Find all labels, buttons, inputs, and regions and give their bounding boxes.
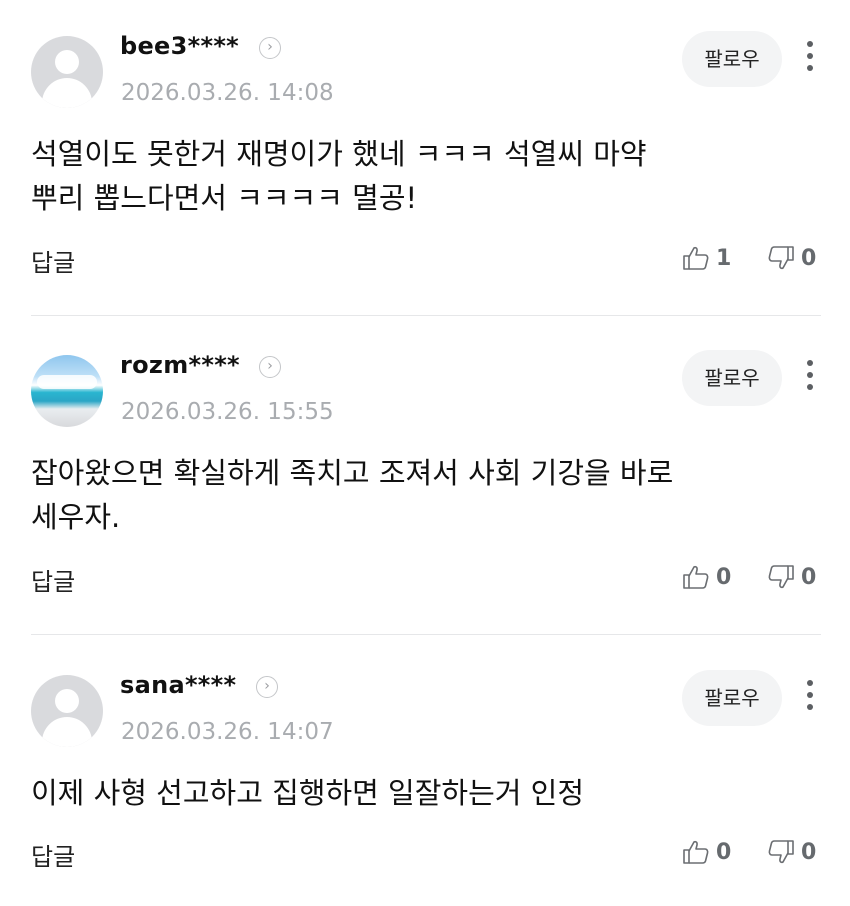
more-vertical-icon[interactable] <box>800 677 820 713</box>
avatar-shoulders <box>42 717 92 747</box>
dislike-button[interactable]: 0 <box>767 838 816 866</box>
follow-button[interactable]: 팔로우 <box>682 31 782 87</box>
avatar[interactable] <box>31 36 103 108</box>
comment-body: 석열이도 못한거 재명이가 했네 ㅋㅋㅋ 석열씨 마약 뿌리 뽑느다면서 ㅋㅋㅋ… <box>31 132 821 220</box>
timestamp: 2026.03.26. 14:08 <box>121 80 334 106</box>
avatar[interactable] <box>31 355 103 427</box>
comment-item: sana**** › 2026.03.26. 14:07 팔로우 이제 사형 선… <box>0 639 850 906</box>
timestamp: 2026.03.26. 14:07 <box>121 719 334 745</box>
like-button[interactable]: 1 <box>682 244 731 272</box>
comment-item: rozm**** › 2026.03.26. 15:55 팔로우 잡아왔으면 확… <box>0 319 850 635</box>
dislike-button[interactable]: 0 <box>767 244 816 272</box>
like-count: 1 <box>716 245 732 271</box>
comment-line: 뿌리 뽑느다면서 ㅋㅋㅋㅋ 멸공! <box>31 181 418 215</box>
username[interactable]: rozm**** <box>120 351 240 379</box>
chevron-right-icon[interactable]: › <box>259 37 281 59</box>
follow-button[interactable]: 팔로우 <box>682 670 782 726</box>
avatar-shoulders <box>42 78 92 108</box>
more-vertical-icon[interactable] <box>800 38 820 74</box>
comment-line: 석열이도 못한거 재명이가 했네 ㅋㅋㅋ 석열씨 마약 <box>31 137 647 171</box>
dislike-count: 0 <box>801 839 817 865</box>
comment-body: 이제 사형 선고하고 집행하면 일잘하는거 인정 <box>31 771 821 815</box>
reply-button[interactable]: 답글 <box>31 837 75 872</box>
thumbs-up-icon <box>683 246 709 270</box>
avatar-head <box>55 689 79 713</box>
thumbs-up-icon <box>683 565 709 589</box>
like-count: 0 <box>716 564 732 590</box>
more-vertical-icon[interactable] <box>800 357 820 393</box>
timestamp: 2026.03.26. 15:55 <box>121 399 334 425</box>
comment-body: 잡아왔으면 확실하게 족치고 조져서 사회 기강을 바로 세우자. <box>31 451 821 539</box>
reply-button[interactable]: 답글 <box>31 562 75 597</box>
follow-button[interactable]: 팔로우 <box>682 350 782 406</box>
chevron-right-icon[interactable]: › <box>259 356 281 378</box>
comment-item: bee3**** › 2026.03.26. 14:08 팔로우 석열이도 못한… <box>0 0 850 316</box>
comment-line: 세우자. <box>31 500 121 534</box>
comment-line: 잡아왔으면 확실하게 족치고 조져서 사회 기강을 바로 <box>31 456 674 490</box>
avatar[interactable] <box>31 675 103 747</box>
divider <box>31 634 821 635</box>
comment-line: 이제 사형 선고하고 집행하면 일잘하는거 인정 <box>31 776 585 810</box>
username[interactable]: bee3**** <box>120 32 239 60</box>
chevron-right-icon[interactable]: › <box>256 676 278 698</box>
dislike-count: 0 <box>801 564 817 590</box>
thumbs-down-icon <box>768 246 794 270</box>
like-button[interactable]: 0 <box>682 563 731 591</box>
thumbs-up-icon <box>683 840 709 864</box>
thumbs-down-icon <box>768 565 794 589</box>
like-button[interactable]: 0 <box>682 838 731 866</box>
reply-button[interactable]: 답글 <box>31 243 75 278</box>
username[interactable]: sana**** <box>120 671 236 699</box>
like-count: 0 <box>716 839 732 865</box>
thumbs-down-icon <box>768 840 794 864</box>
dislike-button[interactable]: 0 <box>767 563 816 591</box>
dislike-count: 0 <box>801 245 817 271</box>
divider <box>31 315 821 316</box>
avatar-photo-cloud <box>37 375 97 389</box>
avatar-head <box>55 50 79 74</box>
